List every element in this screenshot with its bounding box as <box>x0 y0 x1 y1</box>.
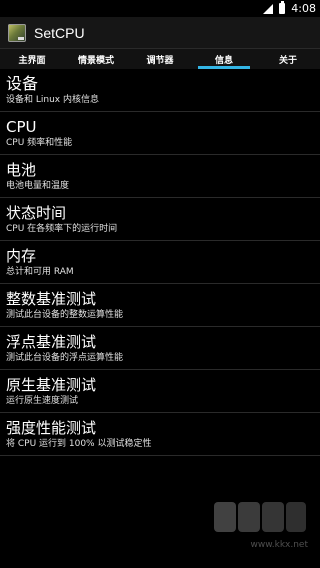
clock: 4:08 <box>291 2 316 15</box>
list-item-subtitle: 测试此台设备的整数运算性能 <box>6 310 124 320</box>
watermark-icon <box>214 502 306 532</box>
list-item-time-in-state[interactable]: 状态时间 CPU 在各频率下的运行时间 <box>0 198 320 241</box>
signal-icon <box>263 3 274 14</box>
status-bar: 4:08 <box>0 0 320 17</box>
list-item-device[interactable]: 设备 设备和 Linux 内核信息 <box>0 69 320 112</box>
tab-governor[interactable]: 调节器 <box>128 49 192 69</box>
app-titlebar: SetCPU <box>0 17 320 48</box>
list-item-battery[interactable]: 电池 电池电量和温度 <box>0 155 320 198</box>
watermark-url: www.kkx.net <box>250 540 309 550</box>
list-item-memory[interactable]: 内存 总计和可用 RAM <box>0 241 320 284</box>
list-item-title: CPU <box>6 118 37 136</box>
list-item-title: 设备 <box>6 74 39 93</box>
list-item-subtitle: CPU 在各频率下的运行时间 <box>6 224 118 234</box>
list-item-subtitle: 总计和可用 RAM <box>6 267 74 277</box>
tab-info[interactable]: 信息 <box>192 49 256 69</box>
list-item-stress-test[interactable]: 强度性能测试 将 CPU 运行到 100% 以测试稳定性 <box>0 413 320 456</box>
tab-profiles[interactable]: 情景模式 <box>64 49 128 69</box>
tab-bar: 主界面 情景模式 调节器 信息 关于 <box>0 48 320 69</box>
list-item-integer-benchmark[interactable]: 整数基准测试 测试此台设备的整数运算性能 <box>0 284 320 327</box>
list-item-subtitle: 运行原生速度测试 <box>6 396 79 406</box>
list-item-native-benchmark[interactable]: 原生基准测试 运行原生速度测试 <box>0 370 320 413</box>
list-item-title: 电池 <box>6 161 37 179</box>
list-item-title: 状态时间 <box>6 204 67 222</box>
app-icon[interactable] <box>8 23 26 42</box>
list-item-title: 原生基准测试 <box>6 376 97 394</box>
list-item-subtitle: CPU 频率和性能 <box>6 138 73 148</box>
list-item-float-benchmark[interactable]: 浮点基准测试 测试此台设备的浮点运算性能 <box>0 327 320 370</box>
list-item-subtitle: 将 CPU 运行到 100% 以测试稳定性 <box>6 439 152 449</box>
list-item-title: 强度性能测试 <box>6 419 97 437</box>
watermark-logo: www.kkx.net <box>212 496 308 550</box>
list-item-subtitle: 测试此台设备的浮点运算性能 <box>6 353 124 363</box>
battery-icon <box>279 1 286 14</box>
list-item-cpu[interactable]: CPU CPU 频率和性能 <box>0 112 320 155</box>
list-item-title: 内存 <box>6 247 37 265</box>
tab-main[interactable]: 主界面 <box>0 49 64 69</box>
list-item-subtitle: 电池电量和温度 <box>6 181 70 191</box>
info-list: 设备 设备和 Linux 内核信息 CPU CPU 频率和性能 电池 电池电量和… <box>0 69 320 456</box>
list-item-title: 整数基准测试 <box>6 290 97 308</box>
tab-about[interactable]: 关于 <box>256 49 320 69</box>
list-item-title: 浮点基准测试 <box>6 333 97 351</box>
app-title: SetCPU <box>34 24 85 41</box>
list-item-subtitle: 设备和 Linux 内核信息 <box>6 95 99 105</box>
